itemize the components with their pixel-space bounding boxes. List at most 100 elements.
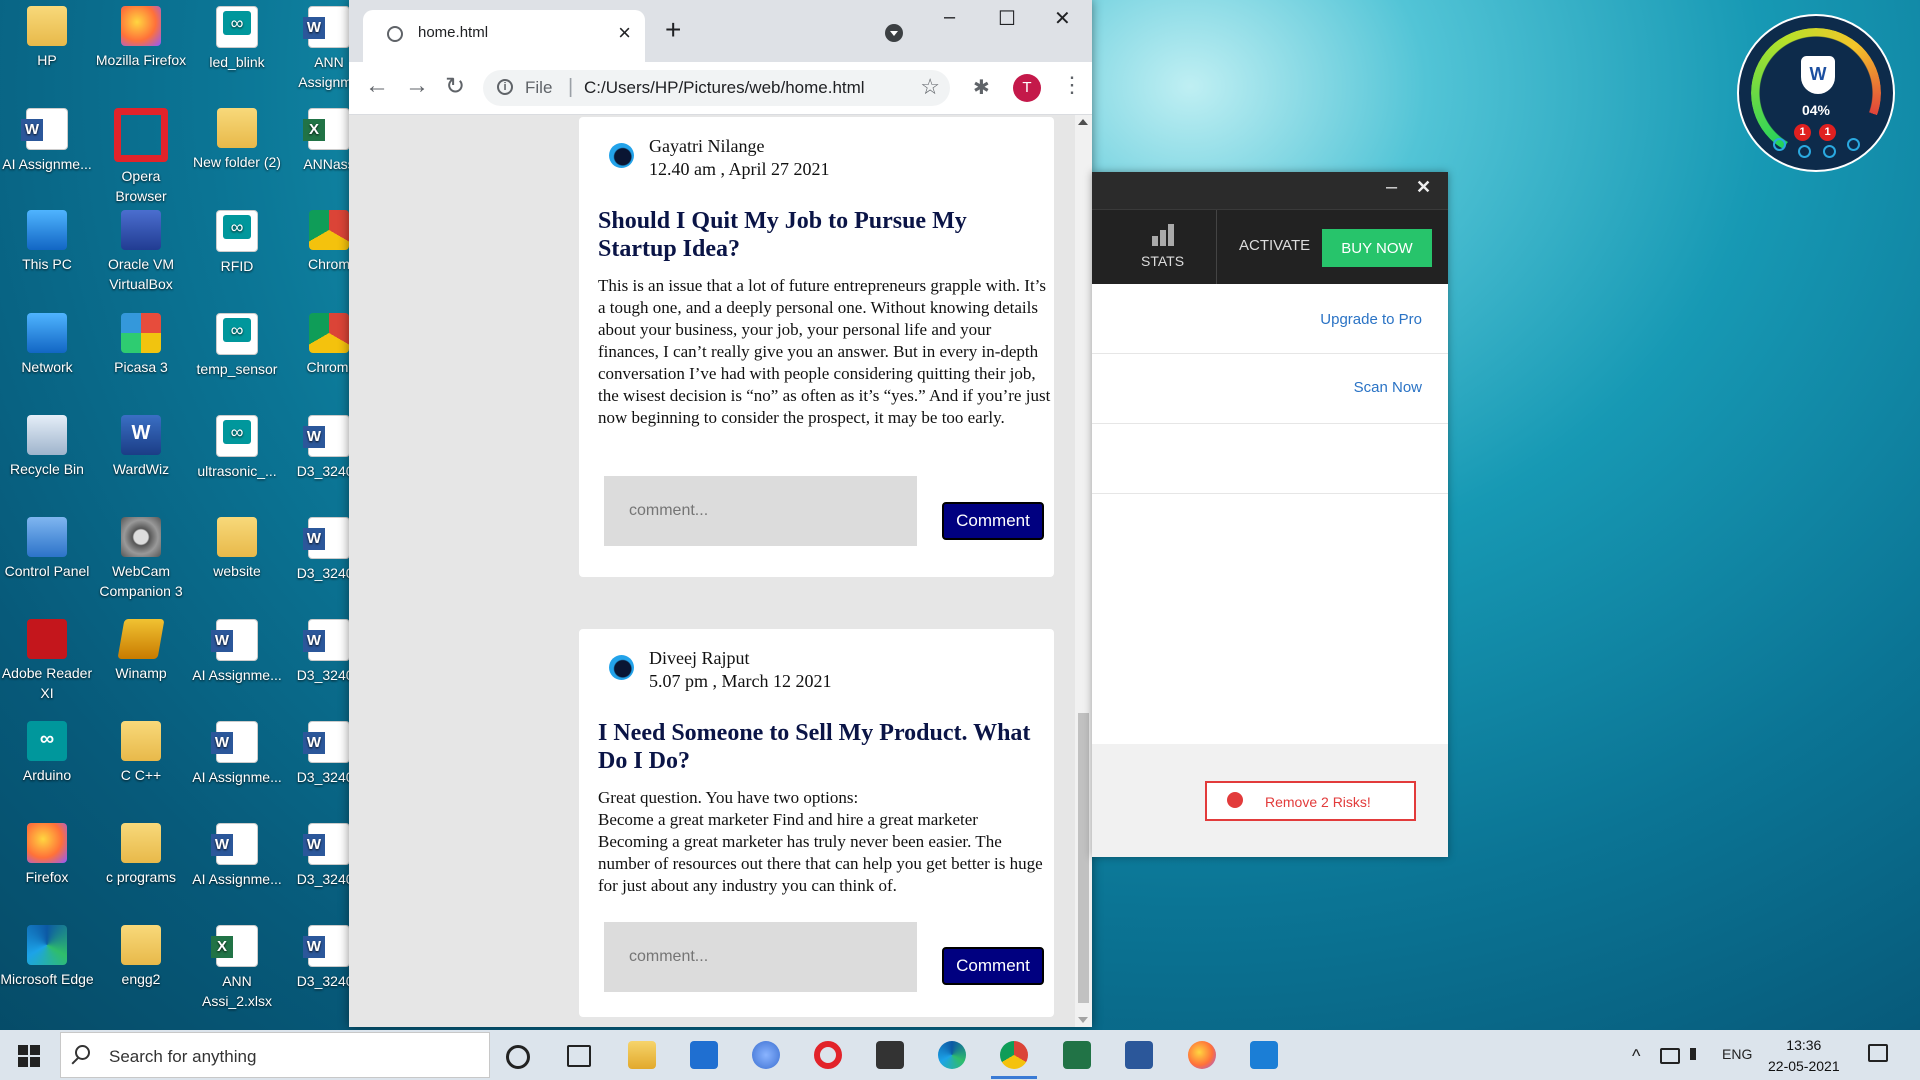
- address-bar[interactable]: i File | C:/Users/HP/Pictures/web/home.h…: [483, 70, 950, 106]
- desktop-icon[interactable]: Opera Browser: [94, 108, 188, 206]
- file-explorer-icon[interactable]: [628, 1041, 656, 1069]
- desktop-icon[interactable]: AI Assignme...: [190, 721, 284, 787]
- activate-button[interactable]: ACTIVATE: [1239, 237, 1310, 254]
- post-author: Diveej Rajput: [649, 648, 750, 668]
- desktop-icon[interactable]: RFID: [190, 210, 284, 276]
- folder-icon: [121, 721, 161, 761]
- desktop-icon[interactable]: Control Panel: [0, 517, 94, 581]
- desktop-icon[interactable]: Microsoft Edge: [0, 925, 94, 989]
- picasa-icon: [121, 313, 161, 353]
- scan-icon[interactable]: [1798, 145, 1811, 158]
- desktop-icon[interactable]: ∞ Arduino: [0, 721, 94, 785]
- scan-row: Scan Now: [1092, 353, 1448, 424]
- wardwiz-close-button[interactable]: ✕: [1416, 177, 1431, 198]
- excel-icon[interactable]: [1063, 1041, 1091, 1069]
- bookmark-star-icon[interactable]: ☆: [920, 74, 940, 100]
- store-icon[interactable]: [876, 1041, 904, 1069]
- extensions-icon[interactable]: ✱: [973, 75, 990, 100]
- forward-button[interactable]: →: [405, 72, 429, 100]
- remove-risks-button[interactable]: Remove 2 Risks!: [1205, 781, 1416, 821]
- desktop-icon[interactable]: Oracle VM VirtualBox: [94, 210, 188, 294]
- desktop-icon-label: AI Assignme...: [192, 667, 282, 683]
- bar-chart-icon[interactable]: [1152, 224, 1176, 246]
- back-button[interactable]: ←: [365, 72, 389, 100]
- desktop-icon[interactable]: HP: [0, 6, 94, 70]
- desktop-icon-label: Picasa 3: [114, 359, 168, 375]
- search-icon[interactable]: [1773, 138, 1786, 151]
- new-tab-button[interactable]: +: [665, 14, 681, 46]
- edge-icon[interactable]: [938, 1041, 966, 1069]
- desktop-icon[interactable]: temp_sensor: [190, 313, 284, 379]
- desktop-icon[interactable]: website: [190, 517, 284, 581]
- url-text[interactable]: C:/Users/HP/Pictures/web/home.html: [584, 78, 865, 98]
- reload-button[interactable]: ↻: [445, 72, 465, 101]
- desktop-icon[interactable]: c programs: [94, 823, 188, 887]
- info-icon[interactable]: i: [497, 79, 513, 95]
- stats-tab[interactable]: STATS: [1141, 253, 1184, 269]
- graph-icon[interactable]: [1847, 138, 1860, 151]
- desktop-icon[interactable]: Adobe Reader XI: [0, 619, 94, 703]
- comment-input[interactable]: [604, 922, 917, 992]
- close-window-button[interactable]: ✕: [1054, 6, 1071, 31]
- taskbar-search[interactable]: Search for anything: [60, 1032, 490, 1078]
- desktop-icon[interactable]: Network: [0, 313, 94, 377]
- page-scrollbar[interactable]: [1075, 115, 1092, 1027]
- language-indicator[interactable]: ENG: [1722, 1046, 1752, 1062]
- desktop-icon[interactable]: Recycle Bin: [0, 415, 94, 479]
- desktop-icon[interactable]: Firefox: [0, 823, 94, 887]
- windows-start-icon[interactable]: [18, 1045, 40, 1067]
- desktop-icon[interactable]: W WardWiz: [94, 415, 188, 479]
- desktop-icon[interactable]: AI Assignme...: [190, 619, 284, 685]
- comment-input[interactable]: [604, 476, 917, 546]
- desktop-icon[interactable]: engg2: [94, 925, 188, 989]
- comment-button[interactable]: Comment: [942, 947, 1044, 985]
- meet-now-icon[interactable]: [1660, 1048, 1680, 1064]
- system-clock[interactable]: 13:36 22-05-2021: [1768, 1035, 1840, 1077]
- buy-now-button[interactable]: BUY NOW: [1322, 229, 1432, 267]
- desktop-icon[interactable]: ultrasonic_...: [190, 415, 284, 481]
- volume-icon[interactable]: [1690, 1048, 1710, 1060]
- desktop-icon[interactable]: WebCam Companion 3: [94, 517, 188, 601]
- lock-icon[interactable]: [1823, 145, 1836, 158]
- security-gauge-widget[interactable]: W 04% 1 1: [1737, 14, 1895, 172]
- scan-now-link[interactable]: Scan Now: [1354, 379, 1422, 396]
- tab-close-button[interactable]: ×: [618, 20, 631, 46]
- post-time: 12.40 am , April 27 2021: [649, 159, 830, 179]
- tab-search-icon[interactable]: [885, 24, 903, 42]
- chromium-icon[interactable]: [752, 1041, 780, 1069]
- notifications-icon[interactable]: [1868, 1044, 1888, 1062]
- opera-icon[interactable]: [814, 1041, 842, 1069]
- minimize-button[interactable]: –: [944, 6, 955, 29]
- scroll-down-arrow-icon[interactable]: [1078, 1017, 1088, 1023]
- desktop-icon[interactable]: Winamp: [94, 619, 188, 683]
- winamp-icon: [117, 619, 165, 659]
- desktop-icon[interactable]: led_blink: [190, 6, 284, 72]
- desktop-icon[interactable]: ANN Assi_2.xlsx: [190, 925, 284, 1011]
- tab-home[interactable]: home.html ×: [363, 10, 645, 62]
- desktop-icon[interactable]: AI Assignme...: [190, 823, 284, 889]
- word-icon[interactable]: [1125, 1041, 1153, 1069]
- desktop-icon[interactable]: This PC: [0, 210, 94, 274]
- mail-icon[interactable]: [690, 1041, 718, 1069]
- desktop-icon[interactable]: Mozilla Firefox: [94, 6, 188, 70]
- comment-button[interactable]: Comment: [942, 502, 1044, 540]
- task-view-icon[interactable]: [567, 1045, 591, 1067]
- vscode-icon[interactable]: [1250, 1041, 1278, 1069]
- desktop-icon[interactable]: C C++: [94, 721, 188, 785]
- firefox-icon[interactable]: [1188, 1041, 1216, 1069]
- wardwiz-minimize-button[interactable]: –: [1386, 176, 1397, 199]
- tray-chevron-icon[interactable]: ^: [1632, 1046, 1640, 1067]
- desktop-icon[interactable]: New folder (2): [190, 108, 284, 172]
- desktop-icon[interactable]: AI Assignme...: [0, 108, 94, 174]
- scrollbar-thumb[interactable]: [1078, 713, 1089, 1003]
- browser-menu-icon[interactable]: ⋮: [1061, 72, 1083, 98]
- scroll-up-arrow-icon[interactable]: [1078, 119, 1088, 125]
- desktop-icon-label: AI Assignme...: [192, 871, 282, 887]
- cortana-icon[interactable]: [506, 1045, 530, 1069]
- upgrade-to-pro-link[interactable]: Upgrade to Pro: [1320, 311, 1422, 328]
- post-body-line: Become a great marketer Find and hire a …: [598, 810, 978, 829]
- profile-avatar[interactable]: T: [1013, 74, 1041, 102]
- desktop-icon[interactable]: Picasa 3: [94, 313, 188, 377]
- chrome-icon[interactable]: [1000, 1041, 1028, 1069]
- maximize-button[interactable]: ☐: [998, 6, 1016, 31]
